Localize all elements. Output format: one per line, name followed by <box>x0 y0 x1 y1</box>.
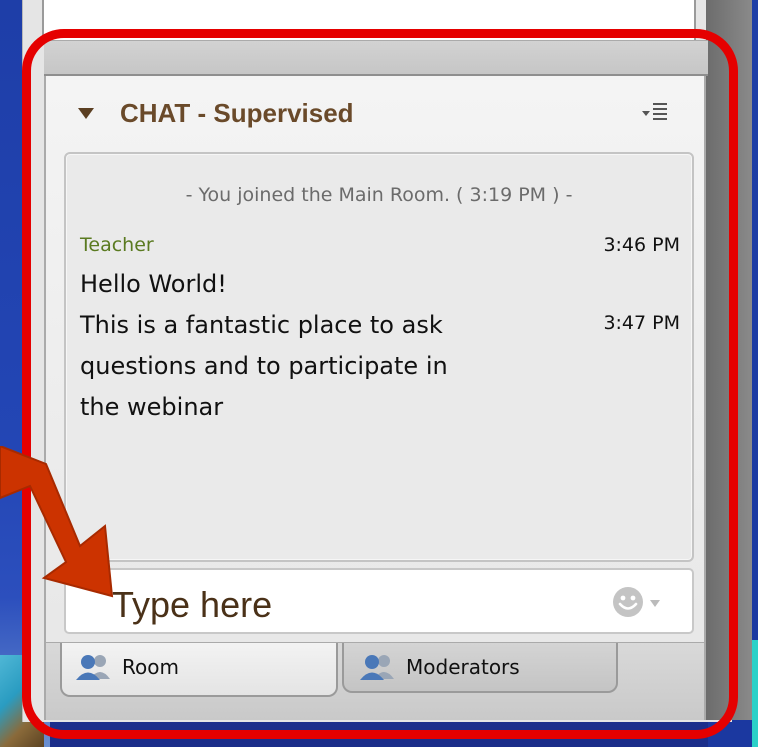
chat-panel: CHAT - Supervised - You joined the Main … <box>44 76 706 720</box>
tab-label: Moderators <box>406 655 520 679</box>
window-edge <box>706 0 752 720</box>
emoji-dropdown-icon[interactable] <box>650 600 660 607</box>
chat-options-icon[interactable] <box>642 102 668 124</box>
tab-room[interactable]: Room <box>60 643 338 697</box>
chat-input[interactable]: Type here <box>64 568 694 634</box>
system-message: - You joined the Main Room. ( 3:19 PM ) … <box>185 184 573 206</box>
slide-accent <box>752 640 758 747</box>
upper-panel <box>42 0 696 40</box>
panel-divider[interactable] <box>44 40 708 76</box>
message-time: 3:47 PM <box>603 312 680 334</box>
users-icon <box>76 655 110 680</box>
tab-moderators[interactable]: Moderators <box>342 643 618 693</box>
message-text: the webinar <box>80 393 224 421</box>
users-icon <box>360 655 394 680</box>
chat-tabs: Room Moderators <box>46 642 704 720</box>
message-text: Hello World! <box>80 270 227 298</box>
collapse-arrow-icon[interactable] <box>78 108 94 119</box>
annotation-arrow <box>0 446 114 598</box>
chat-messages[interactable]: - You joined the Main Room. ( 3:19 PM ) … <box>64 152 694 562</box>
tab-label: Room <box>122 655 179 679</box>
chat-input-placeholder: Type here <box>112 584 273 625</box>
message-time: 3:46 PM <box>603 234 680 256</box>
message-text: This is a fantastic place to ask <box>80 311 443 339</box>
message-sender: Teacher <box>80 234 154 256</box>
message-text: questions and to participate in <box>80 352 448 380</box>
chat-title: CHAT - Supervised <box>120 98 354 128</box>
chat-header[interactable]: CHAT - Supervised <box>46 76 704 146</box>
emoji-icon[interactable] <box>612 586 644 618</box>
